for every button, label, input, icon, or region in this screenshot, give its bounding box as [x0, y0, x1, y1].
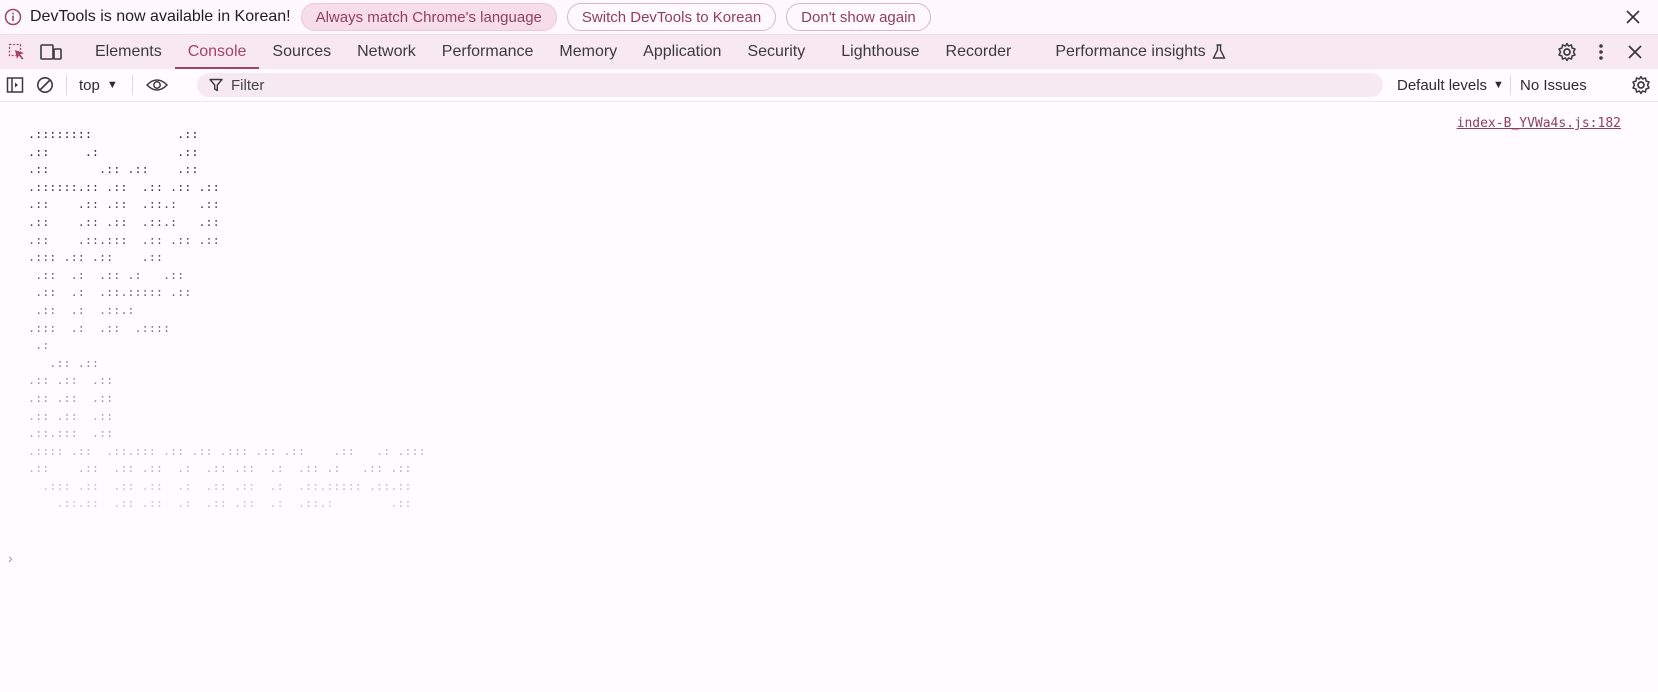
live-expression-eye-icon[interactable]: [139, 69, 175, 101]
ascii-art-line: .:: .:: .:: .::: [28, 162, 199, 177]
ascii-art-line: .::::::.:: .:: .:: .:: .::: [28, 179, 220, 194]
tab-performance[interactable]: Performance: [429, 35, 547, 69]
console-output: index-B_YVWa4s.js:182 .:::::::: .::.:: .…: [0, 102, 1658, 662]
close-devtools-icon[interactable]: [1618, 35, 1652, 69]
console-prompt-chevron-icon[interactable]: ›: [8, 550, 13, 566]
ascii-art-line: .:::: .:: .::.::: .:: .:: .::: .:: .:: .…: [28, 443, 426, 458]
device-toolbar-icon[interactable]: [34, 35, 68, 69]
experiment-flask-icon: [1212, 44, 1226, 60]
ascii-art-line: .:: .::.::: .:: .:: .::: [28, 232, 220, 247]
devtools-tab-bar: Elements Console Sources Network Perform…: [0, 34, 1658, 69]
ascii-art-line: .::: .:: .:: .:: .: .:: .:: .: .::.:::::…: [28, 478, 412, 493]
ascii-art-line: .:: .: .::: [28, 144, 199, 159]
clear-console-icon[interactable]: [30, 69, 60, 101]
more-options-icon[interactable]: [1584, 35, 1618, 69]
toolbar-divider: [1510, 75, 1511, 95]
dont-show-again-button[interactable]: Don't show again: [786, 3, 931, 31]
ascii-art-line: .::: .: .:: .::::: [28, 320, 171, 335]
context-selector-label: top: [79, 76, 100, 94]
source-location-link[interactable]: index-B_YVWa4s.js:182: [1457, 116, 1621, 131]
ascii-art-line: .::: .:: .:: .::: [28, 250, 163, 265]
ascii-art-line: .::.::: .::: [28, 426, 114, 441]
filter-input[interactable]: Filter: [197, 73, 1383, 97]
log-levels-dropdown[interactable]: Default levels ▼: [1397, 69, 1504, 101]
inspect-element-icon[interactable]: [0, 35, 34, 69]
tab-recorder[interactable]: Recorder: [933, 35, 1025, 69]
toolbar-divider: [131, 75, 133, 95]
ascii-art-line: .:: .:: .::: [28, 373, 114, 388]
ascii-art-line: .:: [28, 338, 50, 353]
ascii-art-line: .:::::::: .::: [28, 127, 199, 141]
info-icon: [4, 8, 22, 26]
console-toolbar: top ▼ Filter Default levels ▼ No Issues: [0, 69, 1658, 102]
language-infobar: DevTools is now available in Korean! Alw…: [0, 0, 1658, 34]
sidebar-toggle-icon[interactable]: [0, 69, 30, 101]
filter-placeholder: Filter: [231, 76, 265, 94]
ascii-art-line: .:: .:: .::: [28, 408, 114, 423]
tab-elements[interactable]: Elements: [82, 35, 175, 69]
ascii-art-line: .:: .: .:: .: .::: [28, 267, 185, 282]
caret-down-icon: ▼: [1493, 79, 1504, 91]
ascii-art-line: .:: .:: .::: [28, 390, 114, 405]
always-match-language-button[interactable]: Always match Chrome's language: [300, 3, 557, 31]
console-settings-icon[interactable]: [1624, 69, 1658, 101]
tab-performance-insights-label: Performance insights: [1055, 43, 1206, 60]
ascii-art-log: .:::::::: .::.:: .: .::.:: .:: .:: .::.:…: [28, 126, 426, 513]
close-icon[interactable]: [1622, 6, 1644, 28]
tab-memory[interactable]: Memory: [546, 35, 630, 69]
ascii-art-line: .:: .: .::.:: [28, 302, 135, 317]
issues-label: No Issues: [1520, 76, 1587, 94]
toolbar-divider: [66, 75, 67, 95]
tab-application[interactable]: Application: [630, 35, 734, 69]
tab-console[interactable]: Console: [174, 35, 260, 69]
ascii-art-line: .:: .::: [28, 355, 100, 370]
switch-to-korean-button[interactable]: Switch DevTools to Korean: [566, 3, 777, 31]
log-levels-label: Default levels: [1397, 76, 1488, 94]
tab-network[interactable]: Network: [344, 35, 429, 69]
tab-lighthouse[interactable]: Lighthouse: [828, 35, 932, 69]
issues-counter[interactable]: No Issues: [1520, 69, 1587, 101]
ascii-art-line: .::.:: .:: .:: .: .:: .:: .: .::.: .::: [28, 496, 412, 511]
ascii-art-line: .:: .:: .:: .::.: .::: [28, 214, 220, 229]
settings-gear-icon[interactable]: [1550, 35, 1584, 69]
tab-security[interactable]: Security: [734, 35, 818, 69]
ascii-art-line: .:: .:: .:: .::.: .::: [28, 197, 220, 212]
tab-sources[interactable]: Sources: [259, 35, 344, 69]
ascii-art-line: .:: .:: .:: .:: .: .:: .:: .: .:: .: .::…: [28, 461, 412, 476]
ascii-art-line: .:: .: .::.::::: .::: [28, 285, 192, 300]
caret-down-icon: ▼: [106, 79, 118, 91]
tab-performance-insights[interactable]: Performance insights: [1042, 35, 1238, 69]
context-selector[interactable]: top ▼: [73, 77, 126, 94]
infobar-message: DevTools is now available in Korean!: [30, 8, 291, 25]
filter-funnel-icon: [209, 78, 223, 92]
